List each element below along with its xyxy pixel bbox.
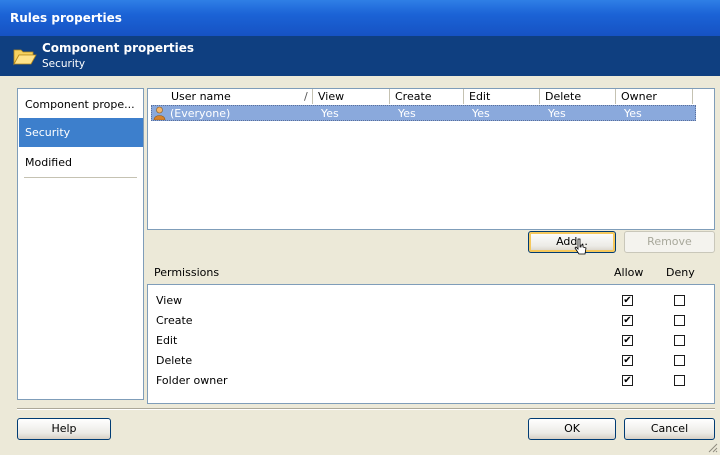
user-list[interactable]: User name / View Create Edit Delete Owne…	[147, 88, 715, 230]
help-button[interactable]: Help	[17, 418, 111, 440]
footer-divider	[17, 408, 715, 410]
delete-cell: Yes	[548, 107, 566, 120]
sidebar-item-label: Component prope...	[25, 98, 135, 111]
allow-checkbox-view[interactable]: ✔	[622, 295, 633, 306]
column-header-owner[interactable]: Owner	[616, 89, 693, 104]
allow-checkbox-folder-owner[interactable]: ✔	[622, 375, 633, 386]
sidebar: Component prope... Security Modified	[17, 88, 144, 400]
allow-column-label: Allow	[614, 266, 644, 279]
permission-label: View	[156, 294, 183, 307]
create-cell: Yes	[398, 107, 416, 120]
window-title-bar[interactable]: Rules properties	[0, 0, 720, 36]
permissions-list: View ✔ Create ✔ Edit ✔ Delete ✔ Folder o…	[147, 284, 715, 404]
resize-grip-icon[interactable]	[706, 441, 718, 453]
sidebar-item-modified[interactable]: Modified	[19, 148, 143, 177]
permission-label: Edit	[156, 334, 178, 347]
allow-checkbox-edit[interactable]: ✔	[622, 335, 633, 346]
page-title: Component properties	[42, 41, 195, 55]
deny-checkbox-folder-owner[interactable]	[674, 375, 685, 386]
open-folder-icon	[13, 49, 37, 66]
column-header-create[interactable]: Create	[390, 89, 464, 104]
permission-row-view: View ✔	[148, 291, 714, 311]
mouse-cursor-icon	[574, 238, 587, 255]
sidebar-divider	[24, 177, 137, 178]
column-header-user-name[interactable]: User name	[166, 89, 313, 104]
page-subtitle: Security	[42, 58, 86, 70]
view-cell: Yes	[321, 107, 339, 120]
remove-button[interactable]: Remove	[624, 231, 715, 253]
permission-row-edit: Edit ✔	[148, 331, 714, 351]
allow-checkbox-create[interactable]: ✔	[622, 315, 633, 326]
sidebar-item-component-properties[interactable]: Component prope...	[19, 90, 143, 119]
sidebar-item-label: Security	[25, 126, 71, 139]
allow-checkbox-delete[interactable]: ✔	[622, 355, 633, 366]
column-header-delete[interactable]: Delete	[540, 89, 616, 104]
deny-checkbox-view[interactable]	[674, 295, 685, 306]
page-header: Component properties Security	[0, 36, 720, 76]
deny-checkbox-create[interactable]	[674, 315, 685, 326]
column-header-edit[interactable]: Edit	[464, 89, 540, 104]
sidebar-item-security[interactable]: Security	[19, 118, 143, 147]
edit-cell: Yes	[472, 107, 490, 120]
user-icon	[153, 106, 166, 120]
owner-cell: Yes	[624, 107, 642, 120]
cancel-button[interactable]: Cancel	[624, 418, 715, 440]
column-header-view[interactable]: View	[313, 89, 390, 104]
deny-checkbox-delete[interactable]	[674, 355, 685, 366]
deny-checkbox-edit[interactable]	[674, 335, 685, 346]
permission-row-create: Create ✔	[148, 311, 714, 331]
window-title: Rules properties	[10, 11, 122, 25]
permissions-heading: Permissions	[154, 266, 220, 279]
sort-indicator: /	[304, 90, 308, 103]
permission-row-folder-owner: Folder owner ✔	[148, 371, 714, 391]
add-button[interactable]: Add...	[528, 231, 616, 253]
deny-column-label: Deny	[666, 266, 695, 279]
permission-label: Delete	[156, 354, 193, 367]
sidebar-item-label: Modified	[25, 156, 72, 169]
table-row[interactable]: (Everyone) Yes Yes Yes Yes Yes	[151, 105, 696, 121]
ok-button[interactable]: OK	[528, 418, 616, 440]
permission-label: Create	[156, 314, 193, 327]
user-name-cell: (Everyone)	[170, 107, 231, 120]
permission-label: Folder owner	[156, 374, 228, 387]
permission-row-delete: Delete ✔	[148, 351, 714, 371]
